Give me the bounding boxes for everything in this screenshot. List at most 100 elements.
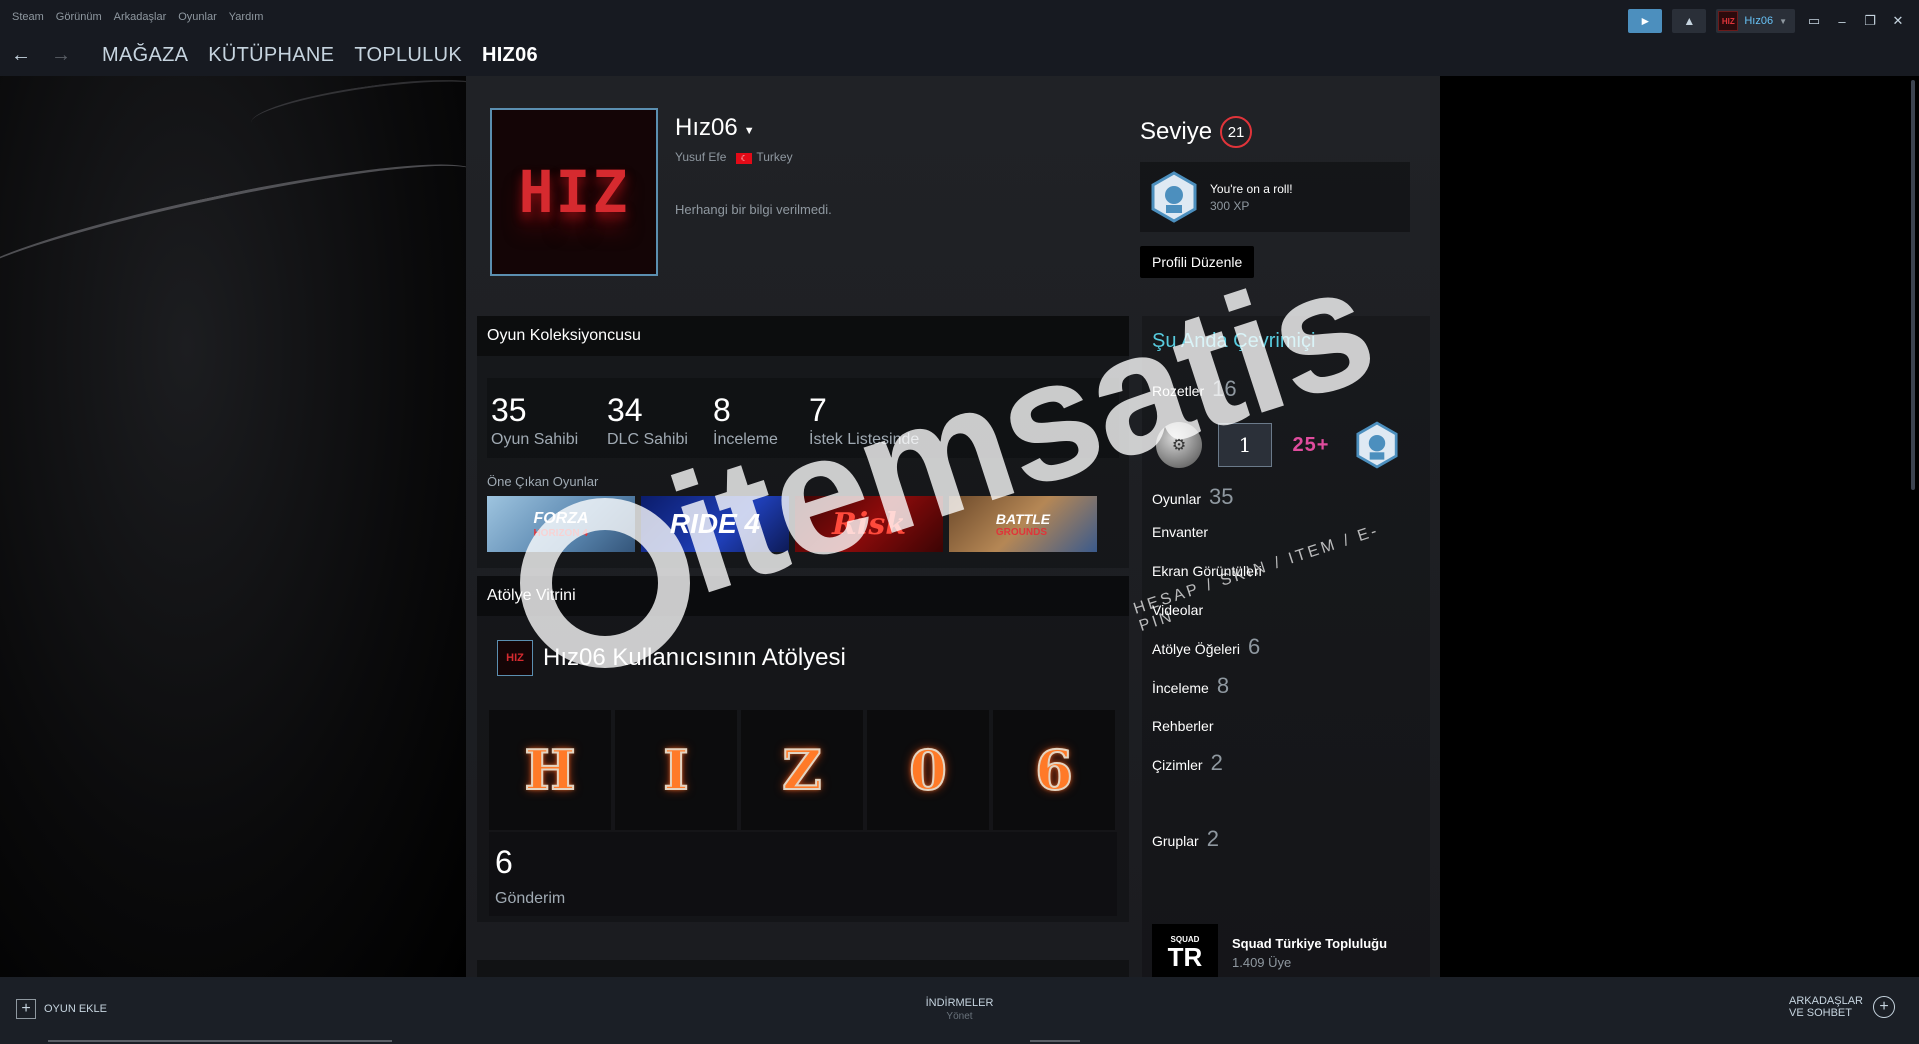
- stat-label: DLC Sahibi: [607, 431, 688, 448]
- game-collector-showcase: Oyun Koleksiyoncusu 35 Oyun Sahibi 34 DL…: [477, 316, 1129, 568]
- notification-button[interactable]: ▲: [1672, 9, 1707, 33]
- group-name: Squad Türkiye Topluluğu: [1232, 936, 1388, 951]
- friends-label-line2: VE SOHBET: [1789, 1007, 1852, 1020]
- group-logo-main: TR: [1167, 942, 1203, 972]
- sidebar-item-count: 16: [1212, 376, 1237, 401]
- nav-store[interactable]: MAĞAZA: [102, 44, 188, 67]
- workshop-item-letter: 6: [1034, 737, 1074, 803]
- sidebar-item-count: 2: [1210, 750, 1223, 775]
- sidebar-item-label: Videolar: [1152, 602, 1204, 618]
- sidebar-item-label: Ekran Görüntüleri: [1152, 563, 1262, 579]
- game-capsule-subtitle: GROUNDS: [995, 526, 1048, 538]
- workshop-stats[interactable]: 6 Gönderim: [489, 832, 1117, 916]
- sidebar-item-groups[interactable]: Gruplar 2: [1152, 826, 1219, 852]
- sidebar-item-label: Envanter: [1152, 524, 1209, 540]
- game-capsule-battlegrounds[interactable]: BATTLE GROUNDS: [949, 496, 1097, 552]
- persona-name-dropdown[interactable]: Hız06 ▼: [675, 114, 755, 142]
- nav-library[interactable]: KÜTÜPHANE: [208, 44, 334, 67]
- workshop-item-letter: Z: [781, 737, 822, 803]
- game-capsule-forza-horizon-4[interactable]: FORZA HORIZON 4: [487, 496, 635, 552]
- sidebar-item-count: 2: [1206, 826, 1219, 851]
- group-item[interactable]: SQUAD TR Squad Türkiye Topluluğu 1.409 Ü…: [1152, 924, 1387, 977]
- profile-summary: Herhangi bir bilgi verilmedi.: [675, 202, 832, 217]
- stat-reviews[interactable]: 8 İnceleme: [713, 392, 778, 449]
- badge-item[interactable]: [1350, 421, 1404, 469]
- stat-label: İnceleme: [713, 431, 778, 448]
- menu-help[interactable]: Yardım: [229, 11, 264, 23]
- profile-avatar[interactable]: HIZ: [490, 108, 658, 276]
- game-capsule-risk[interactable]: Risk: [795, 496, 943, 552]
- badge-games: 25+: [1292, 433, 1330, 456]
- main-viewport: HIZ Hız06 ▼ Yusuf Efe ☾ Turkey Herhangi b…: [0, 76, 1919, 977]
- account-menu-button[interactable]: HIZ Hız06 ▼: [1716, 9, 1795, 33]
- workshop-item[interactable]: 6: [993, 710, 1115, 830]
- game-capsule-title: RIDE 4: [669, 508, 761, 539]
- forward-arrow-icon[interactable]: →: [48, 44, 74, 67]
- taskbar-indicator: [1030, 1040, 1080, 1042]
- avatar: HIZ: [497, 640, 533, 676]
- menu-view[interactable]: Görünüm: [56, 11, 102, 23]
- level-badge[interactable]: 21: [1220, 116, 1253, 148]
- badge-item[interactable]: 25+: [1284, 422, 1338, 468]
- turkey-flag-icon: ☾: [736, 153, 753, 164]
- sidebar-item-games[interactable]: Oyunlar 35: [1152, 484, 1234, 510]
- workshop-item-letter: I: [662, 737, 689, 803]
- workshop-item-letter: 0: [908, 737, 948, 803]
- stat-wishlist[interactable]: 7 İstek Listesinde: [809, 392, 919, 449]
- menu-steam[interactable]: Steam: [12, 11, 44, 23]
- game-capsule-title: FORZA: [533, 509, 589, 527]
- nav-profile[interactable]: HIZ06: [482, 44, 538, 67]
- sidebar-item-label: Çizimler: [1152, 757, 1203, 773]
- downloads-sublabel: Yönet: [946, 1011, 973, 1022]
- edit-profile-button[interactable]: Profili Düzenle: [1140, 246, 1255, 278]
- stat-dlc-owned[interactable]: 34 DLC Sahibi: [607, 392, 688, 449]
- friends-chat-button[interactable]: ARKADAŞLAR VE SOHBET +: [1789, 995, 1895, 1019]
- menu-games[interactable]: Oyunlar: [178, 11, 217, 23]
- back-arrow-icon[interactable]: ←: [8, 44, 34, 67]
- sidebar-item-guides[interactable]: Rehberler: [1152, 718, 1213, 734]
- maximize-icon[interactable]: ❐: [1861, 13, 1879, 29]
- sidebar-item-badges[interactable]: Rozetler 16: [1152, 376, 1237, 402]
- workshop-item[interactable]: 0: [867, 710, 989, 830]
- badge-years: 1: [1218, 423, 1272, 467]
- big-picture-icon[interactable]: ▭: [1805, 13, 1823, 29]
- menu-friends[interactable]: Arkadaşlar: [114, 11, 167, 23]
- sidebar-item-label: Oyunlar: [1152, 491, 1202, 507]
- stat-number: 35: [491, 392, 527, 428]
- badge-list: ⚙ 1 25+: [1152, 421, 1404, 469]
- workshop-link[interactable]: HIZ Hız06 Kullanıcısının Atölyesi: [497, 640, 846, 676]
- game-capsule-ride-4[interactable]: RIDE 4: [641, 496, 789, 552]
- account-name: Hız06: [1744, 15, 1774, 27]
- workshop-item[interactable]: I: [615, 710, 737, 830]
- minimize-icon[interactable]: –: [1833, 14, 1851, 29]
- sidebar-item-count: 35: [1209, 484, 1234, 509]
- sidebar-item-label: Rozetler: [1152, 383, 1205, 399]
- favorite-badge[interactable]: You're on a roll! 300 XP: [1140, 162, 1410, 232]
- real-name: Yusuf Efe: [675, 150, 727, 164]
- sidebar-item-artwork[interactable]: Çizimler 2: [1152, 750, 1223, 776]
- nav-community[interactable]: TOPLULUK: [354, 44, 462, 67]
- stat-label: Gönderim: [495, 890, 566, 907]
- workshop-item[interactable]: Z: [741, 710, 863, 830]
- background-streak: [248, 76, 492, 143]
- workshop-item[interactable]: H: [489, 710, 611, 830]
- close-icon[interactable]: ✕: [1889, 13, 1907, 29]
- group-logo: SQUAD TR: [1152, 924, 1218, 977]
- next-showcase-header: [477, 960, 1129, 977]
- sidebar-item-inventory[interactable]: Envanter: [1152, 524, 1208, 540]
- sidebar-item-videos[interactable]: Videolar: [1152, 602, 1203, 618]
- stat-games-owned[interactable]: 35 Oyun Sahibi: [491, 392, 578, 449]
- downloads-button[interactable]: İNDİRMELER Yönet: [0, 997, 1919, 1022]
- badge-item[interactable]: ⚙: [1152, 422, 1206, 468]
- game-capsule-title: BATTLE: [995, 510, 1051, 527]
- real-name-row: Yusuf Efe ☾ Turkey: [675, 150, 793, 164]
- sidebar-item-workshop-items[interactable]: Atölye Öğeleri 6: [1152, 634, 1260, 660]
- scrollbar[interactable]: [1911, 80, 1915, 490]
- sidebar-item-reviews[interactable]: İnceleme 8: [1152, 673, 1229, 699]
- add-friend-icon: +: [1873, 996, 1895, 1019]
- announcement-button[interactable]: ►: [1628, 9, 1663, 33]
- sidebar-item-screenshots[interactable]: Ekran Görüntüleri: [1152, 563, 1262, 579]
- avatar-text: HIZ: [518, 158, 630, 226]
- nav-bar: ← → MAĞAZA KÜTÜPHANE TOPLULUK HIZ06: [0, 34, 1919, 76]
- badge-item[interactable]: 1: [1218, 422, 1272, 468]
